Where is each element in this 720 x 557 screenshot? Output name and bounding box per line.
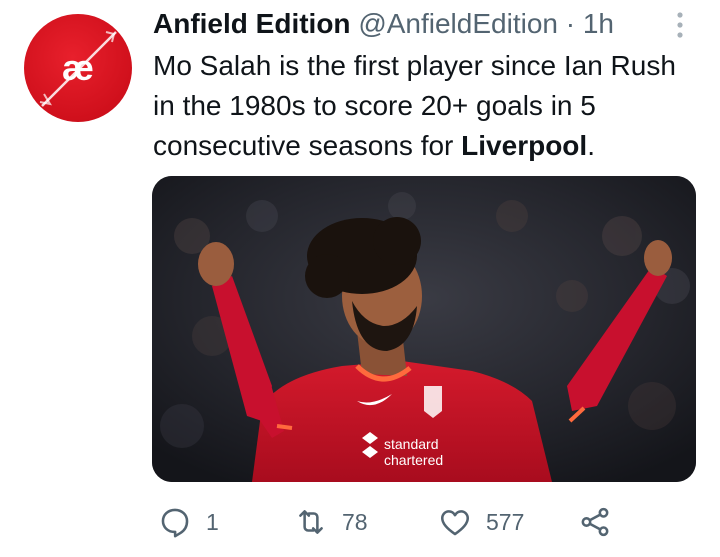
like-icon: [440, 510, 470, 536]
share-button[interactable]: [578, 500, 612, 544]
retweet-button[interactable]: 78: [294, 500, 368, 544]
tweet-text-end: .: [587, 130, 595, 161]
reply-count: 1: [206, 508, 219, 535]
like-count: 577: [486, 508, 525, 535]
reply-icon: [161, 508, 189, 538]
tweet-text-main: Mo Salah is the first player since Ian R…: [153, 50, 676, 161]
author-handle[interactable]: @AnfieldEdition: [358, 8, 558, 39]
retweet-count: 78: [342, 508, 368, 535]
like-button[interactable]: 577: [438, 500, 524, 544]
avatar[interactable]: æ: [24, 14, 132, 122]
more-icon[interactable]: [668, 10, 692, 40]
avatar-logo-icon: æ: [39, 31, 117, 107]
tweet-actions: 1 78 577: [0, 500, 720, 550]
tweet-text-bold: Liverpool: [461, 130, 588, 161]
separator-dot: ·: [565, 8, 576, 39]
author-display-name[interactable]: Anfield Edition: [153, 8, 351, 39]
tweet-image[interactable]: standard chartered: [152, 176, 696, 482]
reply-button[interactable]: 1: [158, 500, 219, 544]
player-photo: standard chartered: [152, 176, 696, 482]
sponsor-line-1: standard: [384, 436, 438, 452]
avatar-initials: æ: [62, 47, 94, 88]
retweet-icon: [299, 510, 323, 534]
tweet-text: Mo Salah is the first player since Ian R…: [153, 46, 703, 166]
tweet-card[interactable]: æ Anfield Edition @AnfieldEdition · 1h M…: [0, 0, 720, 557]
share-icon: [581, 507, 609, 537]
tweet-header: Anfield Edition @AnfieldEdition · 1h: [153, 4, 614, 44]
sponsor-line-2: chartered: [384, 452, 443, 468]
timestamp[interactable]: 1h: [583, 8, 614, 39]
